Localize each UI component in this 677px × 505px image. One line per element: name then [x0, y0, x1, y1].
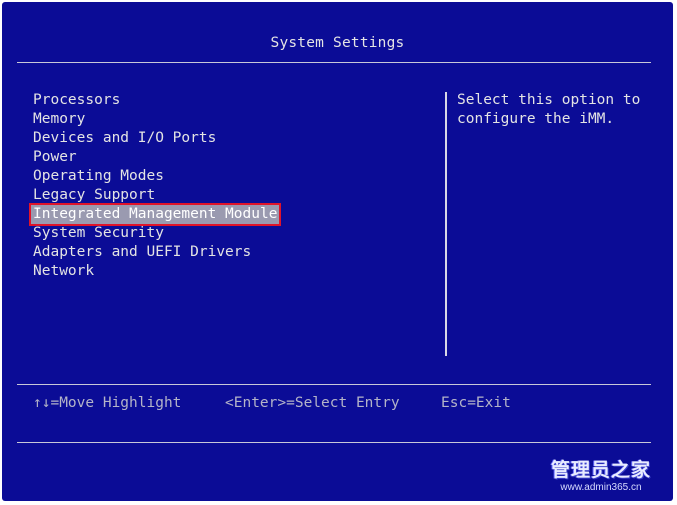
- menu-item-devices-io-ports[interactable]: Devices and I/O Ports: [31, 129, 279, 148]
- watermark-logo: 管理员之家 www.admin365.cn: [551, 455, 651, 493]
- menu-item-label: Operating Modes: [33, 168, 164, 184]
- menu-item-processors[interactable]: Processors: [31, 91, 279, 110]
- menu-item-integrated-management-module[interactable]: Integrated Management Module: [28, 203, 282, 226]
- key-hint-move-highlight: ↑↓=Move Highlight: [33, 395, 182, 411]
- menu-item-label: Devices and I/O Ports: [33, 130, 217, 146]
- watermark-url: www.admin365.cn: [560, 482, 642, 493]
- menu-item-label: Power: [33, 149, 77, 165]
- footer-top-divider: [17, 384, 651, 385]
- settings-menu: Processors Memory Devices and I/O Ports …: [28, 91, 282, 281]
- menu-item-label: Legacy Support: [33, 187, 156, 203]
- key-hint-exit: Esc=Exit: [441, 395, 511, 411]
- panel-divider: [445, 92, 447, 356]
- watermark-name: 管理员之家: [550, 459, 651, 481]
- menu-item-label: Processors: [33, 92, 121, 108]
- menu-item-operating-modes[interactable]: Operating Modes: [31, 167, 279, 186]
- bios-screen: System Settings Processors Memory Device…: [2, 2, 673, 501]
- menu-item-label: Memory: [33, 111, 86, 127]
- menu-item-power[interactable]: Power: [31, 148, 279, 167]
- menu-item-label: System Security: [33, 225, 164, 241]
- help-text-line-2: configure the iMM.: [457, 111, 615, 127]
- menu-item-network[interactable]: Network: [31, 262, 279, 281]
- menu-item-label: Adapters and UEFI Drivers: [33, 244, 252, 260]
- key-hint-select-entry: <Enter>=Select Entry: [225, 395, 400, 411]
- menu-item-legacy-support[interactable]: Legacy Support: [31, 186, 279, 205]
- page-title: System Settings: [270, 35, 405, 51]
- menu-item-memory[interactable]: Memory: [31, 110, 279, 129]
- footer-bottom-divider: [17, 442, 651, 443]
- menu-item-label: Network: [33, 263, 95, 279]
- menu-item-system-security[interactable]: System Security: [31, 224, 279, 243]
- menu-item-adapters-uefi-drivers[interactable]: Adapters and UEFI Drivers: [31, 243, 279, 262]
- help-panel: Select this option to configure the iMM.: [457, 91, 657, 129]
- top-divider: [17, 62, 651, 63]
- help-text-line-1: Select this option to: [457, 92, 641, 108]
- menu-item-label: Integrated Management Module: [28, 203, 282, 226]
